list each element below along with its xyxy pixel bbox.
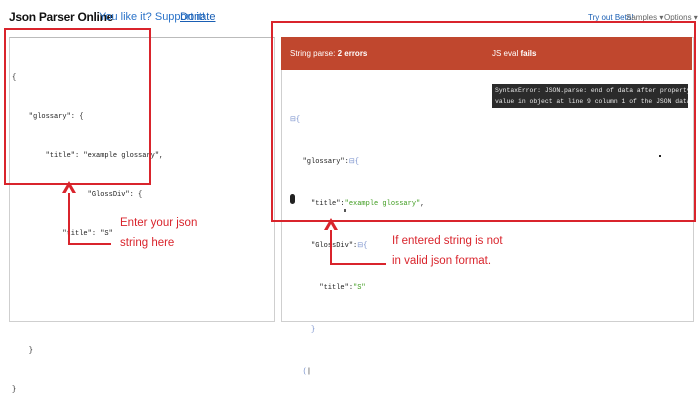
annotation-invalid-json: If entered string is not in valid json f… — [392, 235, 503, 267]
highlight-box-editor — [4, 28, 151, 185]
highlight-box-result — [271, 21, 696, 222]
arrow-line — [330, 263, 386, 265]
arrow-line — [68, 243, 111, 245]
tree-value: "S" — [353, 284, 366, 292]
app-title: Json Parser Online — [9, 10, 113, 24]
editor-line: } — [12, 347, 34, 355]
arrow-line — [330, 230, 332, 264]
donate-link[interactable]: Donate — [180, 11, 215, 23]
tree-key: "GlossDiv" — [311, 242, 354, 250]
editor-line: } — [12, 386, 17, 394]
editor-line: "GlossDiv": { — [12, 191, 143, 199]
collapse-toggle[interactable]: ⊟{ — [357, 242, 367, 250]
arrow-line — [68, 193, 70, 244]
tree-key: "title" — [319, 284, 349, 292]
annotation-enter-json: Enter your json string here — [120, 217, 198, 249]
